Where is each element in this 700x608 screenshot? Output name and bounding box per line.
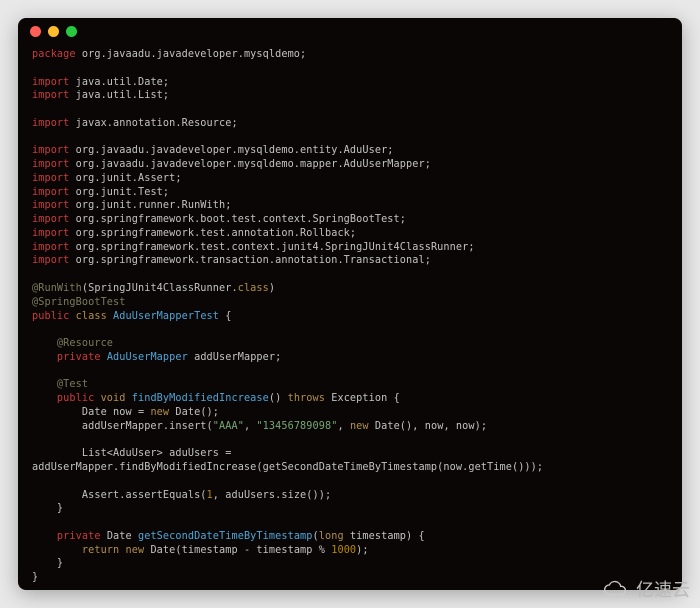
return-type: void: [101, 393, 132, 404]
brace: }: [32, 558, 63, 569]
minimize-icon[interactable]: [48, 26, 59, 37]
keyword-import: import: [32, 90, 69, 101]
import-path: org.springframework.test.annotation.Roll…: [69, 228, 356, 239]
keyword-new: new: [350, 421, 375, 432]
call: addUserMapper.insert(: [32, 421, 213, 432]
keyword-import: import: [32, 255, 69, 266]
modifier-private: private: [32, 531, 107, 542]
call: addUserMapper.findByModifiedIncrease(get…: [32, 462, 543, 473]
import-path: org.junit.Assert;: [69, 173, 181, 184]
watermark-text: 亿速云: [636, 576, 690, 602]
param: timestamp) {: [350, 531, 425, 542]
annotation-springboottest: @SpringBootTest: [32, 297, 126, 308]
end: );: [356, 545, 368, 556]
comma: ,: [244, 421, 256, 432]
keyword-new: new: [150, 407, 175, 418]
keyword-class: class: [238, 283, 269, 294]
number: 1000: [331, 545, 356, 556]
type: AduUserMapper: [107, 352, 188, 363]
import-path: javax.annotation.Resource;: [69, 118, 237, 129]
exception: Exception {: [325, 393, 400, 404]
modifier-private: private: [32, 352, 107, 363]
import-path: org.javaadu.javadeveloper.mysqldemo.mapp…: [69, 159, 431, 170]
string: "13456789098": [256, 421, 337, 432]
modifier-public: public: [32, 311, 76, 322]
call: Date(timestamp - timestamp %: [150, 545, 331, 556]
paren: ): [269, 283, 275, 294]
rest: Date(), now, now);: [375, 421, 487, 432]
keyword-import: import: [32, 118, 69, 129]
method-name: findByModifiedIncrease: [132, 393, 269, 404]
class-name: AduUserMapperTest: [107, 311, 225, 322]
keyword-throws: throws: [288, 393, 325, 404]
cloud-icon: [600, 580, 632, 598]
import-path: java.util.List;: [69, 90, 169, 101]
assign: aduUsers =: [169, 448, 231, 459]
keyword-import: import: [32, 187, 69, 198]
keyword-class: class: [76, 311, 107, 322]
keyword-new: new: [126, 545, 151, 556]
class-ref: SpringJUnit4ClassRunner: [88, 283, 231, 294]
keyword-package: package: [32, 49, 76, 60]
keyword-return: return: [32, 545, 126, 556]
call: Assert.assertEquals(: [32, 490, 207, 501]
import-path: org.javaadu.javadeveloper.mysqldemo.enti…: [69, 145, 393, 156]
import-path: org.springframework.transaction.annotati…: [69, 255, 431, 266]
import-path: org.junit.runner.RunWith;: [69, 200, 231, 211]
code-window: package org.javaadu.javadeveloper.mysqld…: [18, 18, 682, 590]
import-path: org.springframework.boot.test.context.Sp…: [69, 214, 406, 225]
type: Date: [32, 407, 113, 418]
import-path: java.util.Date;: [69, 77, 169, 88]
code-editor: package org.javaadu.javadeveloper.mysqld…: [18, 44, 682, 590]
annotation-resource: @Resource: [32, 338, 113, 349]
keyword-import: import: [32, 77, 69, 88]
brace: }: [32, 572, 38, 583]
modifier-public: public: [32, 393, 101, 404]
keyword-import: import: [32, 242, 69, 253]
brace: }: [32, 503, 63, 514]
keyword-import: import: [32, 173, 69, 184]
keyword-import: import: [32, 228, 69, 239]
keyword-import: import: [32, 159, 69, 170]
keyword-import: import: [32, 145, 69, 156]
rest: , aduUsers.size());: [213, 490, 331, 501]
maximize-icon[interactable]: [66, 26, 77, 37]
import-path: org.springframework.test.context.junit4.…: [69, 242, 474, 253]
return-type: Date: [107, 531, 138, 542]
type: List<AduUser>: [32, 448, 169, 459]
window-titlebar: [18, 18, 682, 44]
comma: ,: [337, 421, 349, 432]
annotation-runwith: @RunWith: [32, 283, 82, 294]
annotation-test: @Test: [32, 379, 88, 390]
param-type: long: [319, 531, 350, 542]
import-path: org.junit.Test;: [69, 187, 169, 198]
assign: now =: [113, 407, 150, 418]
variable: addUserMapper;: [188, 352, 282, 363]
keyword-import: import: [32, 200, 69, 211]
call: Date();: [175, 407, 219, 418]
keyword-import: import: [32, 214, 69, 225]
watermark: 亿速云: [600, 576, 690, 602]
close-icon[interactable]: [30, 26, 41, 37]
string: "AAA": [213, 421, 244, 432]
brace: {: [225, 311, 231, 322]
parens: (): [269, 393, 288, 404]
package-name: org.javaadu.javadeveloper.mysqldemo;: [76, 49, 307, 60]
method-name: getSecondDateTimeByTimestamp: [138, 531, 313, 542]
